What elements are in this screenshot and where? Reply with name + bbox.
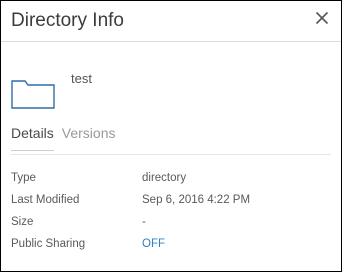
close-button[interactable]	[311, 7, 333, 29]
tab-versions[interactable]: Versions	[62, 125, 116, 151]
public-sharing-toggle-link[interactable]: OFF	[142, 238, 165, 250]
property-value: Sep 6, 2016 4:22 PM	[142, 194, 251, 206]
tab-details[interactable]: Details	[11, 125, 54, 151]
directory-info-dialog: Directory Info test Details Versions Typ…	[0, 0, 342, 272]
property-key: Last Modified	[11, 194, 80, 206]
property-value: directory	[142, 172, 187, 184]
property-value: -	[142, 216, 146, 228]
tab-divider	[11, 154, 331, 155]
property-row-size: Size -	[11, 216, 331, 238]
property-key: Type	[11, 172, 36, 184]
tab-bar: Details Versions	[11, 125, 116, 151]
properties-list: Type directory Last Modified Sep 6, 2016…	[11, 172, 331, 260]
property-row-public-sharing: Public Sharing OFF	[11, 238, 331, 260]
dialog-header: Directory Info	[1, 1, 341, 42]
property-key: Public Sharing	[11, 238, 86, 250]
dialog-title: Directory Info	[11, 10, 124, 31]
close-icon	[315, 11, 329, 25]
property-row-last-modified: Last Modified Sep 6, 2016 4:22 PM	[11, 194, 331, 216]
property-row-type: Type directory	[11, 172, 331, 194]
property-key: Size	[11, 216, 34, 228]
folder-icon	[11, 80, 55, 109]
item-name: test	[71, 71, 92, 86]
